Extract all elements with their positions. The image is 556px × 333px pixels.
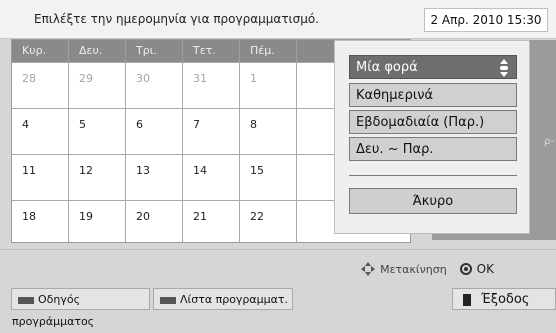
move-hint-label: Μετακίνηση bbox=[380, 262, 447, 276]
weekday-wed: Τετ. bbox=[183, 40, 240, 62]
side-panel-text: ρ- bbox=[544, 136, 554, 147]
weekday-mon: Δευ. bbox=[69, 40, 126, 62]
exit-key-icon bbox=[463, 293, 471, 306]
calendar-day[interactable]: 6 bbox=[126, 109, 183, 154]
cancel-button[interactable]: Άκυρο bbox=[349, 188, 517, 214]
calendar-day[interactable]: 22 bbox=[240, 201, 297, 242]
bottom-bar: Μετακίνηση OK Οδηγός προγράμματος Λίστα … bbox=[0, 249, 556, 328]
program-guide-button[interactable]: Οδηγός προγράμματος bbox=[11, 288, 150, 328]
red-key-icon bbox=[160, 296, 176, 304]
weekday-tue: Τρι. bbox=[126, 40, 183, 62]
exit-button[interactable]: Έξοδος bbox=[452, 288, 556, 310]
exit-label: Έξοδος bbox=[481, 292, 530, 307]
repeat-option-daily[interactable]: Καθημερινά bbox=[349, 83, 517, 107]
calendar-day[interactable]: 18 bbox=[12, 201, 69, 242]
divider bbox=[349, 175, 517, 176]
calendar-day[interactable]: 4 bbox=[12, 109, 69, 154]
calendar-day[interactable]: 29 bbox=[69, 63, 126, 108]
repeat-mode-popup: Μία φορά Καθημερινά Εβδομαδιαία (Παρ.) Δ… bbox=[334, 40, 530, 234]
current-datetime: 2 Απρ. 2010 15:30 bbox=[424, 8, 548, 32]
key-hints: Μετακίνηση OK bbox=[361, 262, 494, 276]
calendar-day[interactable]: 15 bbox=[240, 155, 297, 200]
schedule-list-button[interactable]: Λίστα προγραμματ. bbox=[153, 288, 293, 310]
weekday-sun: Κυρ. bbox=[12, 40, 69, 62]
calendar-day[interactable]: 21 bbox=[183, 201, 240, 242]
calendar-day[interactable]: 7 bbox=[183, 109, 240, 154]
ok-hint-label: OK bbox=[476, 262, 494, 276]
instruction-text: Επιλέξτε την ημερομηνία για προγραμματισ… bbox=[34, 12, 319, 26]
ok-circle-icon bbox=[459, 263, 472, 275]
calendar-day[interactable]: 20 bbox=[126, 201, 183, 242]
calendar-day[interactable]: 19 bbox=[69, 201, 126, 242]
repeat-option-once[interactable]: Μία φορά bbox=[349, 55, 517, 79]
calendar-day[interactable]: 30 bbox=[126, 63, 183, 108]
weekday-thu: Πέμ. bbox=[240, 40, 297, 62]
red-key-icon bbox=[18, 296, 34, 304]
calendar-day[interactable]: 1 bbox=[240, 63, 297, 108]
calendar-day[interactable]: 28 bbox=[12, 63, 69, 108]
top-bar: Επιλέξτε την ημερομηνία για προγραμματισ… bbox=[0, 0, 556, 39]
repeat-option-weekly[interactable]: Εβδομαδιαία (Παρ.) bbox=[349, 110, 517, 134]
calendar-day[interactable]: 14 bbox=[183, 155, 240, 200]
up-down-arrows-icon bbox=[500, 59, 508, 77]
calendar-day[interactable]: 12 bbox=[69, 155, 126, 200]
calendar-day[interactable]: 11 bbox=[12, 155, 69, 200]
schedule-list-label: Λίστα προγραμματ. bbox=[180, 293, 289, 306]
repeat-option-label: Μία φορά bbox=[356, 60, 418, 75]
calendar-day[interactable]: 31 bbox=[183, 63, 240, 108]
calendar-day[interactable]: 5 bbox=[69, 109, 126, 154]
four-arrows-icon bbox=[361, 262, 376, 276]
calendar-day[interactable]: 8 bbox=[240, 109, 297, 154]
calendar-day[interactable]: 13 bbox=[126, 155, 183, 200]
repeat-option-mon-fri[interactable]: Δευ. ~ Παρ. bbox=[349, 137, 517, 161]
